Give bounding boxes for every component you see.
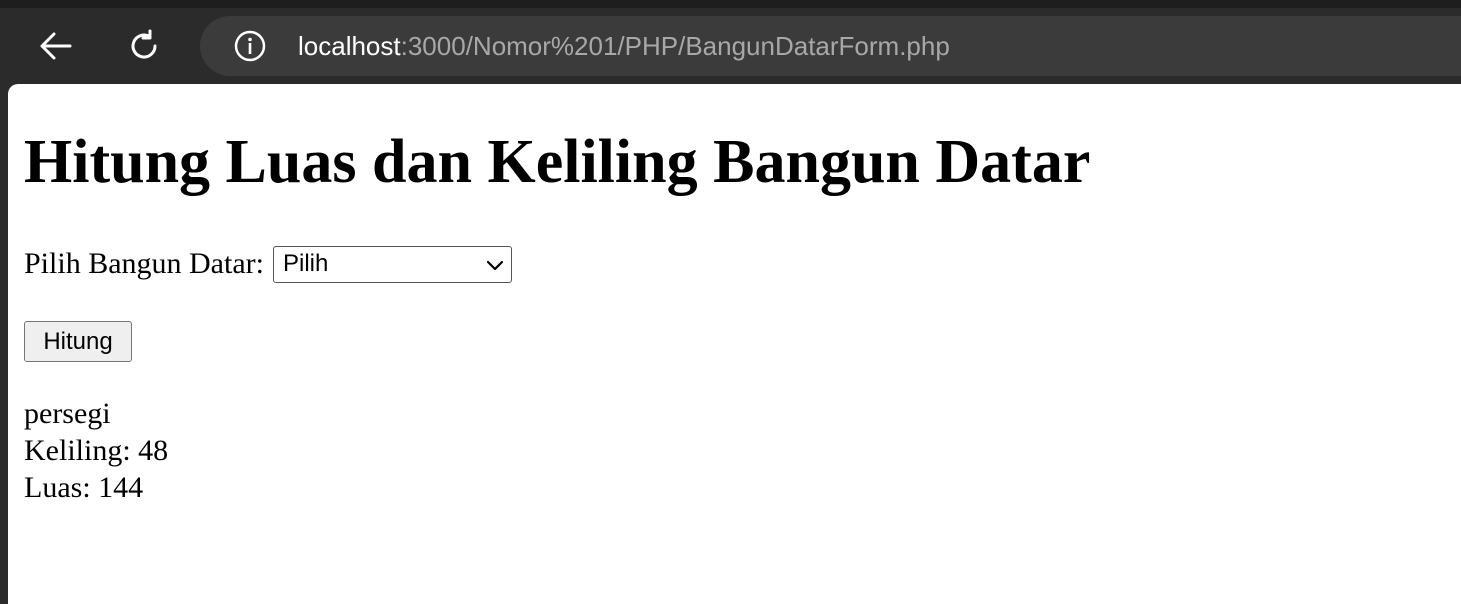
back-button[interactable]: [34, 24, 78, 68]
result-block: persegi Keliling: 48 Luas: 144: [24, 395, 168, 506]
page-title: Hitung Luas dan Keliling Bangun Datar: [24, 128, 1091, 196]
chevron-down-icon: [486, 260, 504, 270]
select-label: Pilih Bangun Datar:: [24, 247, 264, 280]
arrow-left-icon: [40, 32, 72, 60]
result-shape: persegi: [24, 397, 111, 430]
url-path: :3000/Nomor%201/PHP/BangunDatarForm.php: [400, 31, 950, 61]
select-value: Pilih: [282, 249, 329, 277]
shape-select-row: Pilih Bangun Datar: Pilih: [24, 244, 512, 284]
address-bar[interactable]: localhost:3000/Nomor%201/PHP/BangunDatar…: [200, 16, 1461, 76]
info-icon[interactable]: [234, 30, 266, 62]
shape-select[interactable]: Pilih: [272, 245, 512, 283]
result-keliling: Keliling: 48: [24, 434, 169, 467]
url-text[interactable]: localhost:3000/Nomor%201/PHP/BangunDatar…: [298, 16, 950, 76]
page-content: Hitung Luas dan Keliling Bangun Datar Pi…: [8, 84, 1461, 604]
url-host: localhost: [298, 31, 401, 61]
hitung-button[interactable]: Hitung: [24, 321, 132, 362]
reload-icon: [131, 29, 157, 59]
reload-button[interactable]: [122, 24, 166, 68]
browser-toolbar: localhost:3000/Nomor%201/PHP/BangunDatar…: [0, 0, 1461, 86]
result-luas: Luas: 144: [24, 471, 144, 504]
